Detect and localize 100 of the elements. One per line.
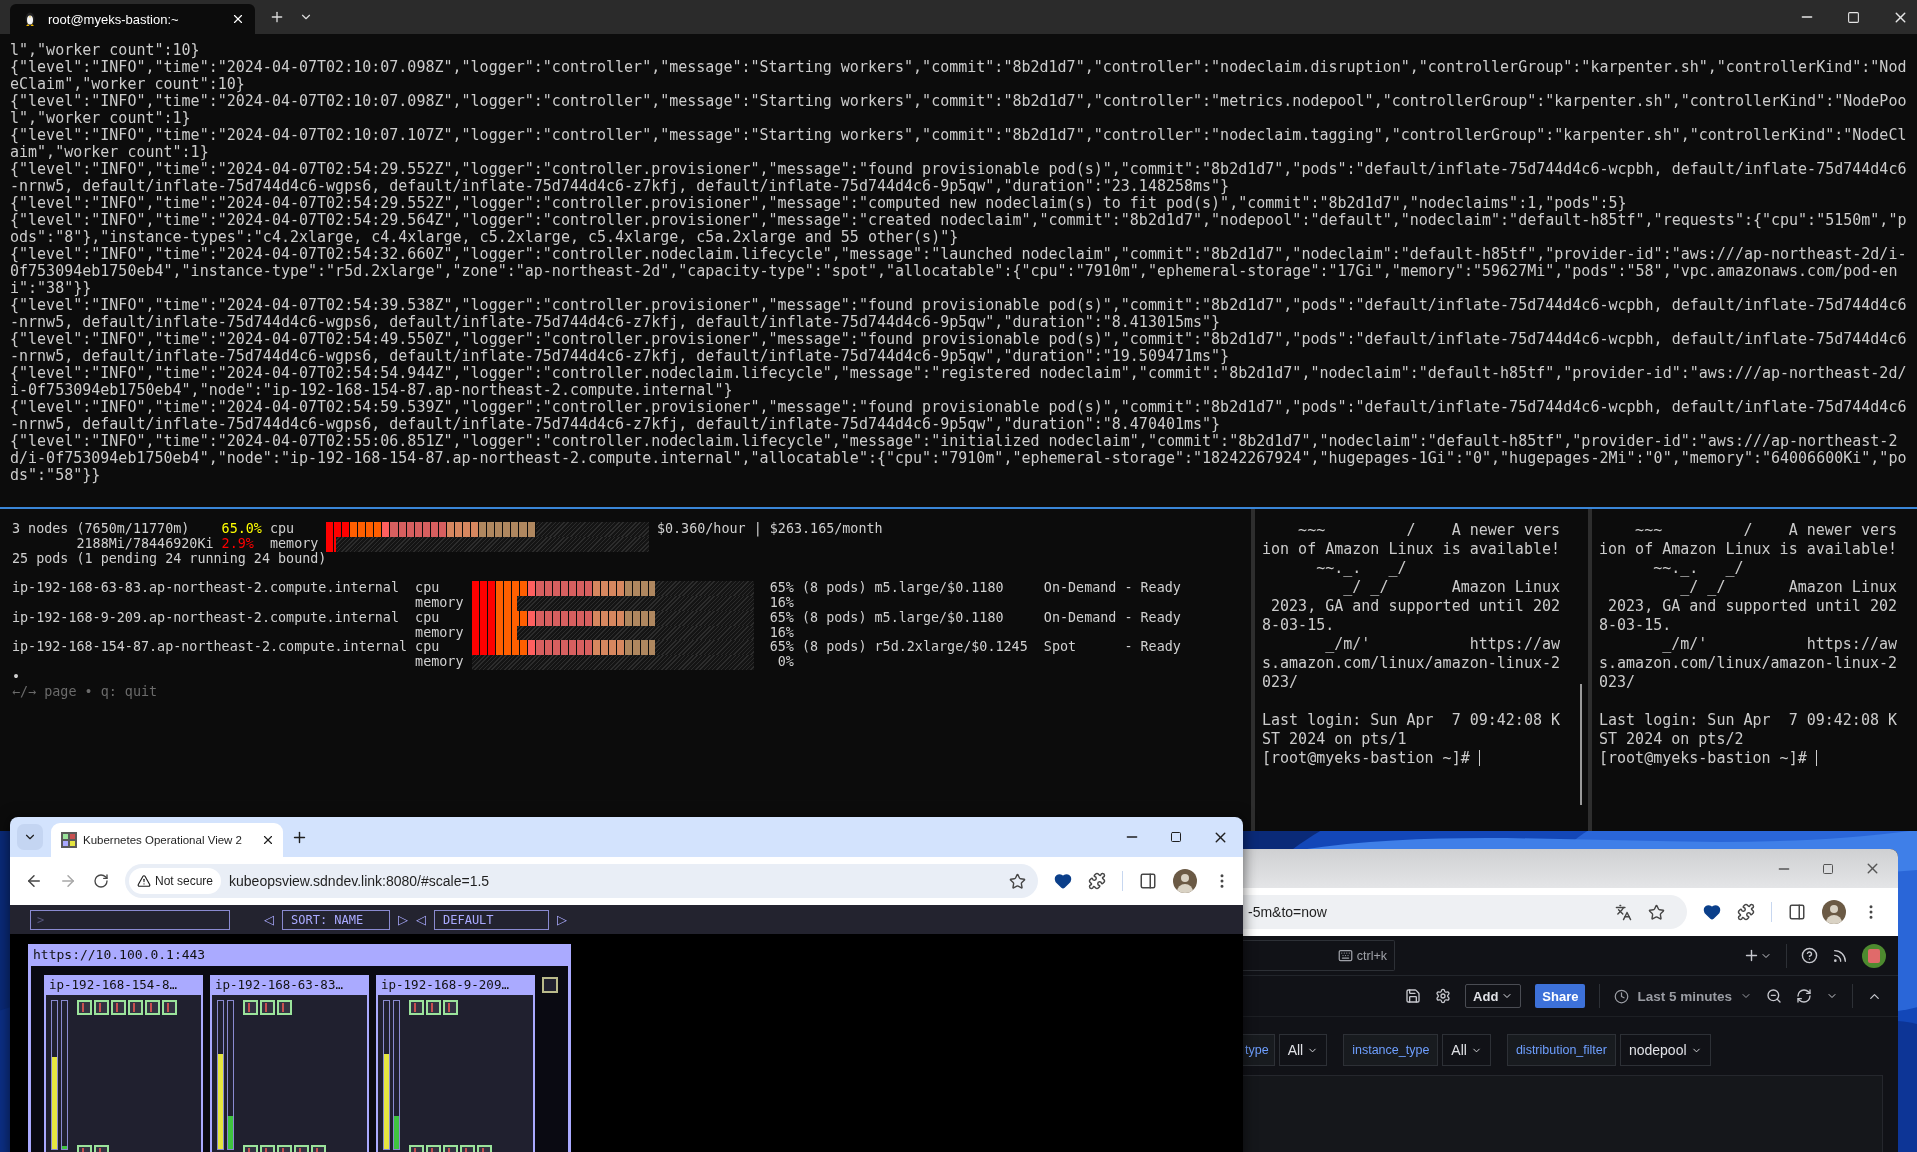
shell-prompt: [root@myeks-bastion ~]#	[1599, 749, 1808, 767]
terminal-text: _/ _/ Amazon Linux	[1679, 578, 1898, 597]
translate-icon[interactable]	[1615, 903, 1632, 921]
variable-select[interactable]: All	[1278, 1034, 1328, 1066]
terminal-text: 023/	[1599, 673, 1637, 692]
url-text: -5m&to=now	[1248, 904, 1328, 920]
log-line: {"level":"INFO","time":"2024-04-07T02:10:07.098Z","logger":"controller","message":"Starting workers","commit":"8b2d1d7","controller":"nodeclaim.disruption","controllerGroup":"karpenter.sh","controllerKind":"NodeClaim","worker count":10}	[10, 59, 1907, 93]
pods-summary: 25 pods (1 pending 24 running 24 bound)	[12, 551, 327, 567]
terminal-text: 2023, GA and supported until 202	[1270, 597, 1561, 616]
extensions-icon[interactable]	[1088, 872, 1106, 890]
avatar-icon[interactable]	[1822, 900, 1846, 924]
log-line: {"level":"INFO","time":"2024-04-07T02:55:06.851Z","logger":"controller.nodeclaim.lifecycle","message":"initialized nodeclaim","commit":"8b2d1d7","nodeclaim":"default-h85tf","provider-id":"aws:///ap-northeast-2d/i-0f753094eb1750eb4","node":"ip-192-168-154-87.ap-northeast-2.compute.internal","allocatable":{"cpu":"7910m","ephemeral-storage":"18242267924","hugepages-1Gi":"0","hugepages-2Mi":"0","memory":"64006600Ki","pods":"58"}}	[10, 433, 1907, 484]
terminal-text: 023/	[1262, 673, 1300, 692]
metric-label: memory	[415, 625, 465, 641]
grid-icon	[61, 832, 77, 848]
maximize-icon[interactable]	[1170, 831, 1182, 843]
variable-select[interactable]: All	[1442, 1034, 1491, 1066]
variable-label: type	[1243, 1034, 1275, 1066]
usage-percent: 65%	[768, 581, 794, 596]
warning-icon	[137, 874, 151, 888]
address-bar[interactable]: -5m&to=now	[1243, 895, 1687, 929]
variable-label: distribution_filter	[1506, 1034, 1616, 1066]
tab-search-button[interactable]	[17, 824, 43, 850]
previous-arrow[interactable]: ◁	[264, 912, 274, 927]
pod-icon	[426, 1000, 441, 1015]
close-icon[interactable]	[261, 833, 275, 847]
pod-icon	[128, 1000, 143, 1015]
metric-label: memory	[269, 536, 320, 552]
pod-icon	[94, 1000, 109, 1015]
settings-icon[interactable]	[1435, 988, 1452, 1004]
filter-field[interactable]: >	[30, 909, 230, 930]
close-icon[interactable]	[231, 12, 245, 26]
plus-icon[interactable]	[1743, 947, 1760, 964]
time-range-picker[interactable]: Last 5 minutes	[1614, 988, 1752, 1004]
refresh-icon[interactable]	[1796, 988, 1812, 1004]
url-text: kubeopsview.sdndev.link:8080/#scale=1.5	[229, 873, 491, 889]
metric-label: memory	[415, 596, 465, 611]
side-panel-icon[interactable]	[1139, 872, 1157, 890]
terminal-text: 8-03-15.	[1262, 616, 1336, 635]
next-arrow[interactable]: ▷	[557, 912, 567, 927]
heart-icon[interactable]	[1703, 903, 1721, 921]
terminal-text: ~~._. _/	[1315, 559, 1408, 578]
help-icon[interactable]	[1801, 947, 1818, 964]
back-icon[interactable]	[25, 872, 43, 890]
keyboard-icon	[1337, 948, 1353, 963]
search-field[interactable]: ctrl+k	[1243, 940, 1395, 971]
node-status: - Ready	[1124, 581, 1181, 596]
metric-label: cpu	[415, 581, 441, 596]
share-button[interactable]: Share	[1535, 984, 1586, 1008]
capacity-type: Spot	[1043, 640, 1078, 656]
node-name: ip-192-168-63-83…	[212, 975, 367, 995]
pod-icon	[77, 1000, 92, 1015]
previous-arrow[interactable]: ◁	[416, 912, 426, 927]
terminal-text: ~~._. _/	[1652, 559, 1745, 578]
pod-icon	[162, 1000, 177, 1015]
usage-percent: 65.0%	[221, 522, 263, 537]
bookmark-icon[interactable]	[1009, 872, 1026, 890]
zoom-out-icon[interactable]	[1766, 988, 1782, 1004]
usage-percent: 65%	[768, 640, 794, 656]
news-icon[interactable]	[1832, 947, 1848, 964]
reload-icon[interactable]	[93, 873, 109, 889]
terminal-tab[interactable]: root@myeks-bastion:~	[10, 4, 255, 34]
avatar-icon[interactable]	[1862, 943, 1886, 968]
shortcut-hint: ctrl+k	[1356, 948, 1387, 963]
log-line: {"level":"INFO","time":"2024-04-07T02:54:49.550Z","logger":"controller.provisioner","message":"found provisionable pod(s)","commit":"8b2d1d7","pods":"default/inflate-75d744d4c6-wcpbh, default/inflate-75d744d4c6-nrnw5, default/inflate-75d744d4c6-wgps6, default/inflate-75d744d4c6-z7kfj, default/inflate-75d744d4c6-9p5qw","duration":"19.509471ms"}	[10, 331, 1907, 365]
bookmark-icon[interactable]	[1648, 903, 1665, 921]
save-icon[interactable]	[1405, 988, 1422, 1004]
heart-icon[interactable]	[1054, 872, 1072, 890]
maximize-icon[interactable]	[1822, 862, 1834, 875]
log-line: {"level":"INFO","time":"2024-04-07T02:54:29.564Z","logger":"controller.provisioner","message":"created nodeclaim","commit":"8b2d1d7","nodepool":"default","nodeclaim":"default-h85tf","requests":{"cpu":"5150m","pods":"8"},"instance-types":"c4.2xlarge, c4.4xlarge, c5.2xlarge, c5.4xlarge, c5a.2xlarge and 55 other(s)"}	[10, 212, 1907, 246]
new-tab-icon[interactable]	[269, 9, 285, 25]
security-chip[interactable]: Not secure	[129, 868, 222, 894]
node-name: ip-192-168-154-87.ap-northeast-2.compute.internal	[12, 640, 409, 656]
node-status: - Ready	[1124, 610, 1181, 626]
terminal-text: ST 2024 on pts/2	[1599, 730, 1745, 749]
browser-tab[interactable]: Kubernetes Operational View 2	[51, 823, 283, 857]
terminal-text: _/m/' https://aw	[1324, 635, 1561, 654]
variable-select[interactable]: nodepool	[1619, 1034, 1711, 1066]
theme-selector[interactable]: DEFAULT	[434, 909, 549, 930]
log-line: {"level":"INFO","time":"2024-04-07T02:54:54.944Z","logger":"controller.nodeclaim.lifecycle","message":"registered nodeclaim","commit":"8b2d1d7","nodeclaim":"default-h85tf","provider-id":"aws:///ap-northeast-2d/i-0f753094eb1750eb4","node":"ip-192-168-154-87.ap-northeast-2.compute.internal"}	[10, 365, 1907, 399]
instance-price: m5.large/$0.1180	[874, 610, 1005, 626]
cluster-url: https://10.100.0.1:443	[31, 944, 568, 966]
log-line: {"level":"INFO","time":"2024-04-07T02:54:29.552Z","logger":"controller.provisioner","message":"found provisionable pod(s)","commit":"8b2d1d7","pods":"default/inflate-75d744d4c6-wcpbh, default/inflate-75d744d4c6-nrnw5, default/inflate-75d744d4c6-wgps6, default/inflate-75d744d4c6-z7kfj, default/inflate-75d744d4c6-9p5qw","duration":"23.148258ms"}	[10, 161, 1907, 195]
terminal-text: ST 2024 on pts/1	[1262, 730, 1408, 749]
side-panel-icon[interactable]	[1788, 903, 1806, 921]
next-arrow[interactable]: ▷	[398, 912, 408, 927]
log-line: {"level":"INFO","time":"2024-04-07T02:54:29.552Z","logger":"controller.provisioner","message":"computed new nodeclaim(s) to fit pod(s)","commit":"8b2d1d7","nodeclaims":1,"pods":5}	[10, 195, 1628, 212]
address-bar[interactable]: Not secure kubeopsview.sdndev.link:8080/#scale=1.5	[125, 864, 1038, 898]
usage-percent: 16%	[768, 625, 794, 641]
node-name: ip-192-168-9-209…	[378, 975, 533, 995]
pending-pods-icon	[542, 977, 558, 993]
capacity-type: On-Demand	[1043, 610, 1118, 626]
node-status: - Ready	[1124, 640, 1181, 656]
metric-label: cpu	[415, 610, 440, 626]
clock-icon	[1614, 988, 1630, 1004]
add-button[interactable]: Add	[1465, 984, 1522, 1008]
extensions-icon[interactable]	[1737, 903, 1755, 921]
sort-selector[interactable]: SORT: NAME	[282, 909, 390, 930]
avatar-icon[interactable]	[1173, 869, 1197, 893]
variable-label: instance_type	[1343, 1034, 1439, 1066]
